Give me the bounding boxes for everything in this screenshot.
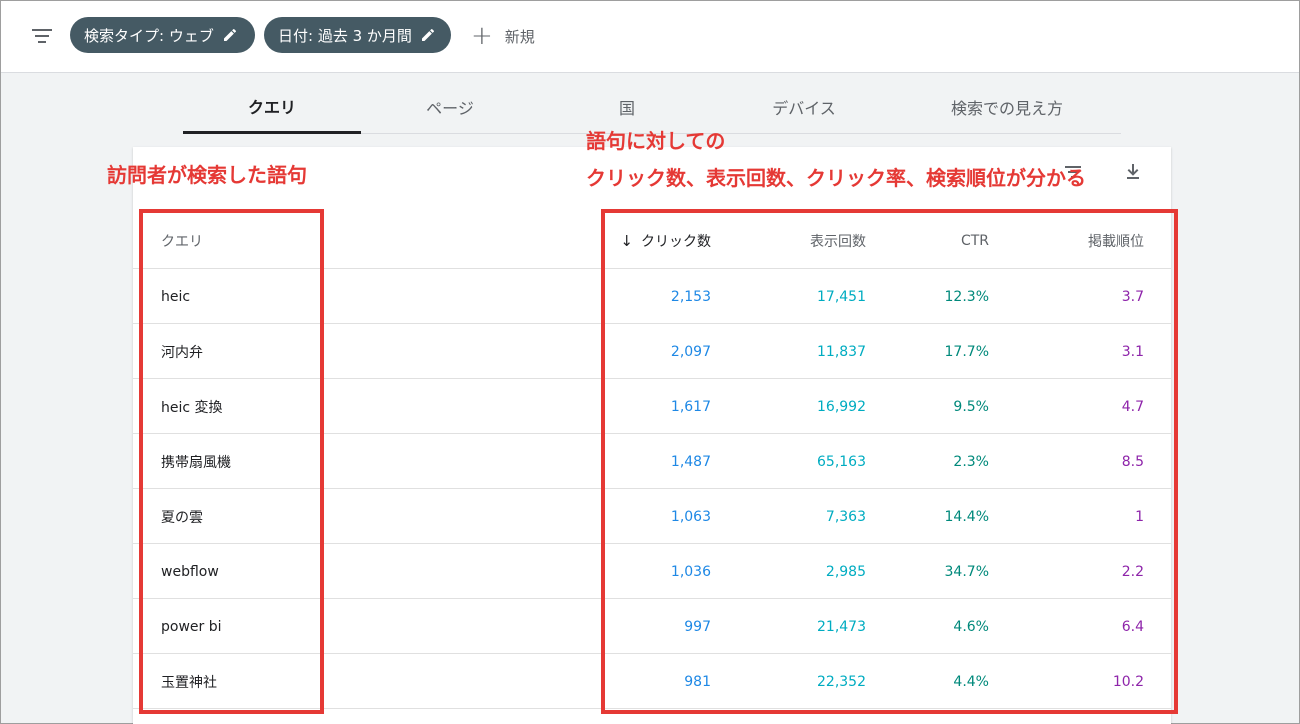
tab-device[interactable]: デバイス xyxy=(715,81,893,133)
tab-page[interactable]: ページ xyxy=(361,81,539,133)
chip-label: 検索タイプ: ウェブ xyxy=(84,26,214,45)
filter-chip-search-type[interactable]: 検索タイプ: ウェブ xyxy=(70,17,255,53)
annotation-query-label: 訪問者が検索した語句 xyxy=(107,163,307,187)
filter-icon[interactable] xyxy=(29,25,55,47)
annotation-metrics-label-line2: クリック数、表示回数、クリック率、検索順位が分かる xyxy=(586,166,1086,190)
pencil-icon xyxy=(223,28,236,41)
tab-query[interactable]: クエリ xyxy=(183,81,361,134)
chip-label: 日付: 過去 3 か月間 xyxy=(278,26,412,45)
plus-icon: + xyxy=(471,21,493,51)
filter-chip-date[interactable]: 日付: 過去 3 か月間 xyxy=(264,17,451,53)
annotation-box-query xyxy=(139,209,324,714)
pencil-icon xyxy=(421,28,434,41)
new-label: 新規 xyxy=(504,27,535,46)
download-icon[interactable] xyxy=(1125,163,1141,179)
filter-bar: 検索タイプ: ウェブ 日付: 過去 3 か月間 + 新規 xyxy=(1,1,1299,73)
new-filter-button[interactable]: + 新規 xyxy=(471,21,535,51)
tab-search-appearance[interactable]: 検索での見え方 xyxy=(893,81,1121,133)
annotation-metrics-label-line1: 語句に対しての xyxy=(586,129,726,153)
annotation-box-metrics xyxy=(601,209,1178,714)
